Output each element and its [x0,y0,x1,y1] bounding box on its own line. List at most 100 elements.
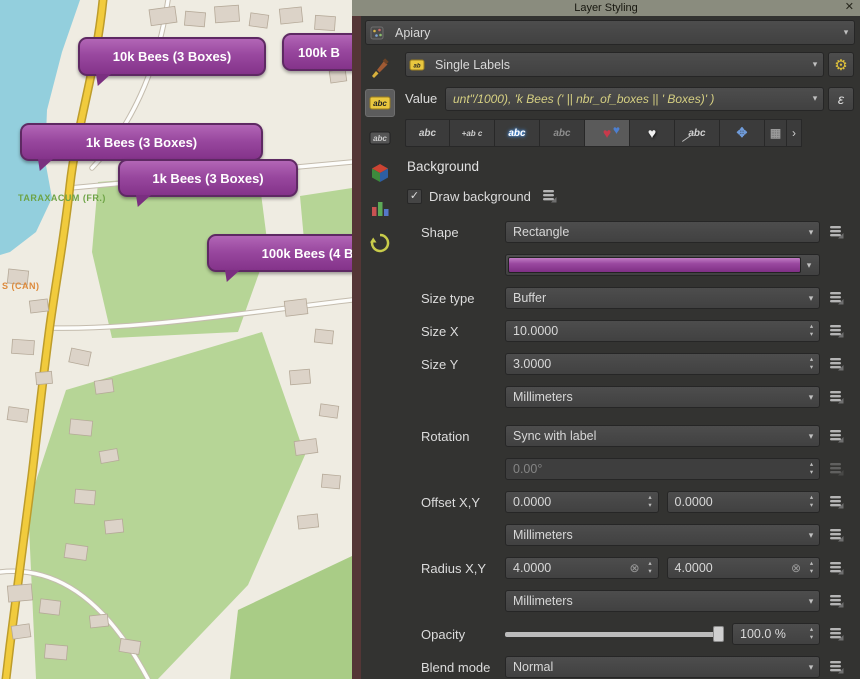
shape-dropdown[interactable]: Rectangle ▾ [505,221,820,243]
tab-scroll-right-button[interactable]: › [787,119,802,147]
color-swatch-purple [508,257,801,273]
value-label: Value [405,91,445,106]
clear-icon[interactable]: ⊗ [627,561,643,575]
blend-mode-dropdown[interactable]: Normal ▾ [505,656,820,678]
sidebar-item-labels[interactable]: abc [365,89,395,117]
tab-shadow[interactable]: ♥ [630,119,675,147]
spin-buttons[interactable]: ▴ ▾ [804,354,819,374]
sidebar-item-symbology[interactable] [365,54,395,82]
size-y-label: Size Y [405,357,501,372]
override-button-shape[interactable] [824,222,848,242]
sidebar-item-mask[interactable]: abc [365,124,395,152]
override-button-size-type[interactable] [824,288,848,308]
automated-placement-button[interactable]: ⚙ [828,52,854,77]
spin-buttons[interactable]: ▴ ▾ [643,558,658,578]
spin-down-icon: ▾ [810,365,813,372]
expression-builder-button[interactable]: ε [828,87,854,111]
qgis-window: TARAXACUM (FR.) S (CAN) 10k Bees (3 Boxe… [0,0,860,679]
tab-mask[interactable]: abc [540,119,585,147]
chevron-down-icon: ▾ [803,293,819,304]
radius-y-spinbox[interactable]: 4.0000 ⊗ ▴ ▾ [667,557,821,579]
layer-selector-value: Apiary [388,26,838,40]
fill-color-button[interactable]: ▾ [505,254,820,276]
rotation-angle-spinbox: 0.00° ▴ ▾ [505,458,820,480]
tab-rendering[interactable]: ▦ [765,119,787,147]
spin-up-icon: ▴ [810,462,813,469]
diagram-icon [369,197,391,219]
labeling-mode-dropdown[interactable]: ab Single Labels ▾ [405,52,824,77]
size-y-spinbox[interactable]: 3.0000 ▴ ▾ [505,353,820,375]
chevron-down-icon: ▾ [803,392,819,403]
close-icon[interactable]: ✕ [845,0,854,13]
size-x-spinbox[interactable]: 10.0000 ▴ ▾ [505,320,820,342]
override-button-rotation[interactable] [824,426,848,446]
spin-buttons[interactable]: ▴ ▾ [643,492,658,512]
layer-styling-panel: Layer Styling ✕ Apiary ▾ [352,0,860,679]
slider-handle[interactable] [713,626,724,642]
map-callout: 100k Bees (4 Boxes) [207,234,352,272]
gear-icon: ⚙ [834,56,847,74]
override-button-blend-mode[interactable] [824,657,848,677]
radius-units-dropdown[interactable]: Millimeters ▾ [505,590,820,612]
override-button-size-x[interactable] [824,321,848,341]
offset-x-spinbox[interactable]: 0.0000 ▴ ▾ [505,491,659,513]
opacity-slider[interactable] [505,625,724,643]
tab-buffer[interactable]: abc [495,119,540,147]
tab-text[interactable]: abc [405,119,450,147]
spin-down-icon: ▾ [810,569,813,576]
spin-buttons[interactable]: ▴ ▾ [804,492,819,512]
opacity-label: Opacity [405,627,501,642]
override-button-size-units[interactable] [824,387,848,407]
chevron-down-icon: ▾ [803,227,819,238]
map-canvas[interactable]: TARAXACUM (FR.) S (CAN) 10k Bees (3 Boxe… [0,0,352,679]
radius-x-spinbox[interactable]: 4.0000 ⊗ ▴ ▾ [505,557,659,579]
spin-buttons: ▴ ▾ [804,459,819,479]
offset-y-spinbox[interactable]: 0.0000 ▴ ▾ [667,491,821,513]
chevron-down-icon: ▾ [838,27,854,38]
paintbrush-icon [369,57,391,79]
blend-mode-label: Blend mode [405,660,501,675]
override-button-size-y[interactable] [824,354,848,374]
tab-placement[interactable]: ✥ [720,119,765,147]
spin-up-icon: ▴ [810,357,813,364]
label-settings-tabbar: abc +ab c abc abc ♥ ♥ [405,119,854,147]
offset-units-dropdown[interactable]: Millimeters ▾ [505,524,820,546]
spin-up-icon: ▴ [648,495,651,502]
override-button-offset[interactable] [824,492,848,512]
size-type-dropdown[interactable]: Buffer ▾ [505,287,820,309]
shadow-heart-icon: ♥ [648,125,656,141]
sidebar-item-diagrams[interactable] [365,194,395,222]
panel-edge-strip [352,16,361,679]
draw-background-checkbox[interactable]: ✓ [407,189,422,204]
opacity-spinbox[interactable]: 100.0 % ▴ ▾ [732,623,820,645]
value-expression-dropdown[interactable]: unt"/1000), 'k Bees (' || nbr_of_boxes |… [445,87,824,111]
map-callout: 1k Bees (3 Boxes) [20,123,263,161]
override-button-radius-units[interactable] [824,591,848,611]
map-callout: 10k Bees (3 Boxes) [78,37,266,76]
spin-buttons[interactable]: ▴ ▾ [804,558,819,578]
override-button-draw-background[interactable] [538,186,562,206]
sidebar-item-history[interactable] [365,229,395,257]
clear-icon[interactable]: ⊗ [788,561,804,575]
tab-background[interactable]: ♥ ♥ [585,119,630,147]
size-units-dropdown[interactable]: Millimeters ▾ [505,386,820,408]
tab-callouts[interactable]: abc [675,119,720,147]
spin-buttons[interactable]: ▴ ▾ [804,624,819,644]
shape-label: Shape [405,225,501,240]
map-callout: 1k Bees (3 Boxes) [118,159,298,197]
tab-formatting[interactable]: +ab c [450,119,495,147]
history-icon [369,232,391,254]
spin-up-icon: ▴ [810,627,813,634]
override-button-opacity[interactable] [824,624,848,644]
labels-icon: abc [368,92,392,114]
layer-selector-dropdown[interactable]: Apiary ▾ [365,20,855,45]
background-heart-icon: ♥ [603,125,611,141]
panel-title: Layer Styling [574,2,638,14]
map-label-can: S (CAN) [2,281,40,291]
override-button-offset-units[interactable] [824,525,848,545]
spin-buttons[interactable]: ▴ ▾ [804,321,819,341]
override-button-radius[interactable] [824,558,848,578]
sidebar-item-3d-view[interactable] [365,159,395,187]
map-basemap [0,0,352,679]
rotation-mode-dropdown[interactable]: Sync with label ▾ [505,425,820,447]
